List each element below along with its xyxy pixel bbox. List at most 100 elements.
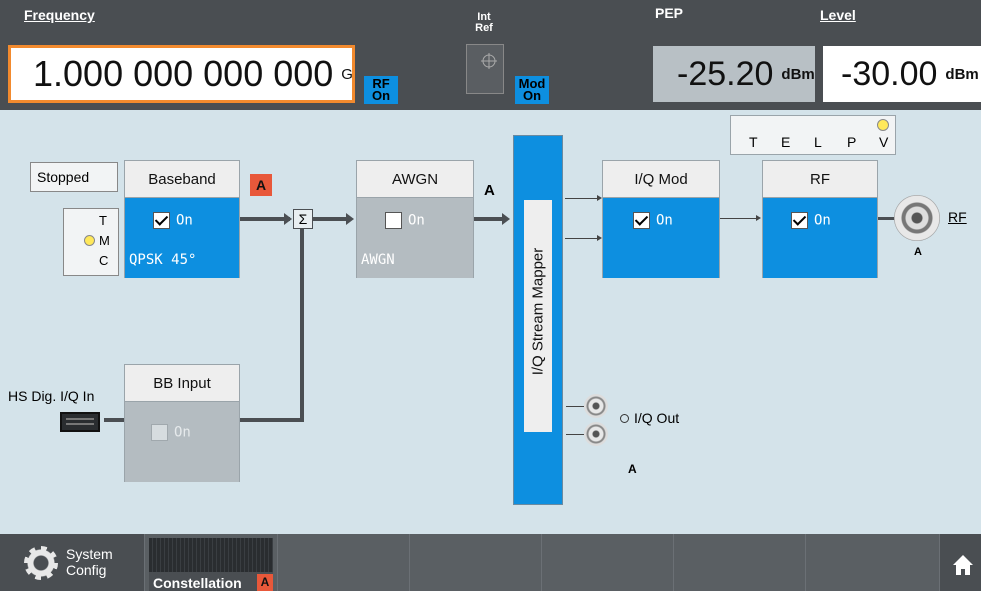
frequency-field[interactable]: 1.000 000 000 000 GHz bbox=[8, 45, 355, 103]
indicator-v: V bbox=[879, 134, 889, 150]
taskbar-slot[interactable] bbox=[410, 534, 542, 591]
checkbox-icon[interactable] bbox=[153, 212, 170, 229]
constellation-badge: A bbox=[257, 574, 273, 591]
pep-field: -25.20 dBm bbox=[653, 46, 815, 102]
m-led-icon bbox=[84, 235, 95, 246]
pep-value: -25.20 bbox=[677, 54, 774, 93]
connector-line bbox=[566, 434, 584, 435]
checkbox-icon[interactable] bbox=[151, 424, 168, 441]
home-icon bbox=[953, 555, 973, 575]
constellation-label: Constellation bbox=[153, 575, 242, 591]
arrow-icon bbox=[502, 213, 510, 225]
level-unit: dBm bbox=[945, 65, 979, 83]
awgn-block[interactable]: AWGN On AWGN bbox=[356, 160, 474, 278]
mod-on-indicator[interactable]: Mod On bbox=[515, 76, 549, 104]
constellation-button[interactable]: Constellation A bbox=[145, 534, 278, 591]
tmc-c: C bbox=[99, 253, 109, 268]
taskbar: System Config Constellation A bbox=[0, 534, 981, 591]
awgn-sub: AWGN bbox=[361, 252, 395, 268]
taskbar-slot[interactable] bbox=[542, 534, 674, 591]
iq-mod-state-label: On bbox=[656, 212, 673, 229]
connector-line bbox=[720, 218, 758, 219]
checkbox-icon[interactable] bbox=[791, 212, 808, 229]
awgn-title: AWGN bbox=[357, 161, 473, 198]
hs-dig-connector-icon[interactable] bbox=[60, 412, 100, 432]
taskbar-slot[interactable] bbox=[806, 534, 940, 591]
taskbar-slot[interactable] bbox=[674, 534, 806, 591]
frequency-unit: GHz bbox=[341, 65, 353, 83]
system-config-button[interactable]: System Config bbox=[0, 534, 145, 591]
indicator-l: L bbox=[814, 134, 822, 150]
connector-line bbox=[104, 418, 124, 422]
connector-line bbox=[240, 418, 304, 422]
tmc-panel[interactable]: T M C bbox=[63, 208, 119, 276]
rf-state-label: On bbox=[814, 212, 831, 229]
iq-mod-body[interactable]: On bbox=[603, 198, 719, 278]
indicator-t: T bbox=[749, 134, 758, 150]
sum-icon: Σ bbox=[293, 209, 313, 229]
tmc-t: T bbox=[99, 213, 107, 228]
status-indicators[interactable]: T E L P V bbox=[730, 115, 896, 155]
checkbox-icon[interactable] bbox=[385, 212, 402, 229]
frequency-label[interactable]: Frequency bbox=[24, 7, 95, 23]
taskbar-slot[interactable] bbox=[278, 534, 410, 591]
rf-title: RF bbox=[763, 161, 877, 198]
system-config-label: System Config bbox=[66, 546, 113, 578]
hs-dig-label: HS Dig. I/Q In bbox=[8, 388, 95, 404]
iq-stream-mapper-label: I/Q Stream Mapper bbox=[529, 247, 547, 376]
baseband-title: Baseband bbox=[125, 161, 239, 198]
int-ref-label[interactable]: Int Ref bbox=[464, 12, 504, 40]
rf-body[interactable]: On bbox=[763, 198, 877, 278]
baseband-state[interactable]: On bbox=[153, 212, 193, 229]
arrow-icon bbox=[756, 215, 761, 221]
bb-input-state[interactable]: On bbox=[151, 424, 191, 441]
iq-out-connector-icon[interactable] bbox=[584, 394, 608, 418]
iq-out-label[interactable]: I/Q Out bbox=[634, 410, 679, 426]
baseband-block[interactable]: Baseband On QPSK 45° bbox=[124, 160, 240, 278]
tmc-m: M bbox=[99, 233, 110, 248]
level-field[interactable]: -30.00 dBm bbox=[823, 46, 981, 102]
rf-on-indicator[interactable]: RF On bbox=[364, 76, 398, 104]
connector-line bbox=[300, 229, 304, 422]
connector-line bbox=[566, 406, 584, 407]
block-diagram: T E L P V Stopped T M C Baseband On QPSK… bbox=[0, 110, 981, 534]
iq-out-connector-icon[interactable] bbox=[584, 422, 608, 446]
iq-mod-state[interactable]: On bbox=[633, 212, 673, 229]
constellation-preview bbox=[149, 538, 273, 572]
level-label[interactable]: Level bbox=[820, 7, 856, 23]
baseband-mode: QPSK 45° bbox=[129, 252, 197, 268]
pep-label: PEP bbox=[655, 5, 684, 21]
bb-input-block[interactable]: BB Input On bbox=[124, 364, 240, 482]
gear-icon bbox=[24, 546, 58, 580]
baseband-state-label: On bbox=[176, 212, 193, 229]
awgn-state[interactable]: On bbox=[385, 212, 425, 229]
rf-block[interactable]: RF On bbox=[762, 160, 878, 278]
arrow-icon bbox=[346, 213, 354, 225]
v-led-icon bbox=[877, 119, 889, 131]
awgn-body[interactable]: On AWGN bbox=[357, 198, 473, 278]
bb-input-state-label: On bbox=[174, 424, 191, 441]
home-button[interactable] bbox=[940, 534, 981, 591]
trigger-status[interactable]: Stopped bbox=[30, 162, 118, 192]
connector-line bbox=[565, 198, 599, 199]
arrow-icon bbox=[284, 213, 292, 225]
top-status-bar: Frequency 1.000 000 000 000 GHz RF On In… bbox=[0, 0, 981, 110]
iq-out-path-a: A bbox=[628, 462, 637, 476]
path-a-label: A bbox=[484, 182, 495, 199]
bb-input-body[interactable]: On bbox=[125, 402, 239, 482]
indicator-p: P bbox=[847, 134, 857, 150]
pep-unit: dBm bbox=[781, 65, 815, 83]
rf-state[interactable]: On bbox=[791, 212, 831, 229]
iq-mod-title: I/Q Mod bbox=[603, 161, 719, 198]
connector-line bbox=[565, 238, 599, 239]
rf-connector-label[interactable]: RF bbox=[948, 209, 967, 225]
iq-stream-mapper[interactable]: I/Q Stream Mapper bbox=[513, 135, 563, 505]
connector-line bbox=[240, 217, 290, 221]
rf-connector-icon[interactable] bbox=[894, 195, 940, 241]
iq-out-led-icon bbox=[620, 414, 629, 423]
indicator-e: E bbox=[781, 134, 791, 150]
iq-mod-block[interactable]: I/Q Mod On bbox=[602, 160, 720, 278]
checkbox-icon[interactable] bbox=[633, 212, 650, 229]
baseband-body[interactable]: On QPSK 45° bbox=[125, 198, 239, 278]
rf-path-a: A bbox=[914, 246, 922, 258]
